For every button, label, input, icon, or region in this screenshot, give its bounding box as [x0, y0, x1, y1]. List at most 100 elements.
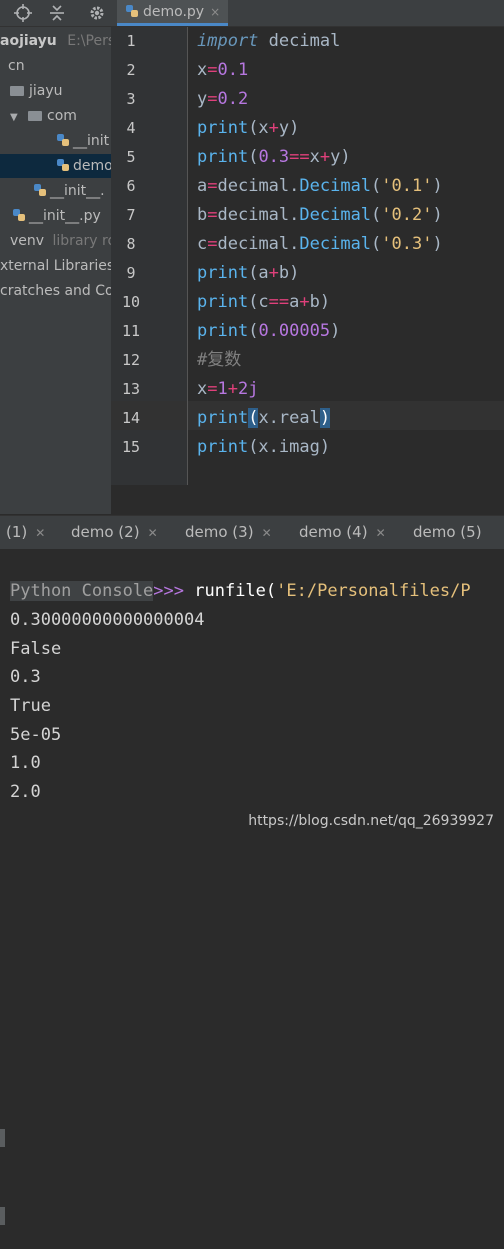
- line-number: 5: [126, 148, 136, 166]
- matched-bracket: ): [319, 408, 331, 428]
- code-token: =: [207, 176, 218, 196]
- code-comment: #复数: [197, 350, 242, 370]
- python-file-icon: [57, 134, 69, 146]
- console-output: 0.30000000000000004: [10, 610, 205, 630]
- tree-item-scratches[interactable]: cratches and Co: [0, 279, 111, 303]
- code-token: =: [207, 89, 218, 109]
- folder-icon: [10, 86, 24, 96]
- code-token: (: [248, 321, 259, 341]
- editor-bottom-area: [111, 485, 504, 514]
- console-output: 0.3: [10, 667, 41, 687]
- tree-item-init-com[interactable]: __init: [0, 129, 111, 153]
- chevron-down-icon[interactable]: ▼: [10, 106, 20, 130]
- project-toolbar: [0, 0, 111, 27]
- line-number: 13: [121, 380, 141, 398]
- tree-item-root[interactable]: aojiayu E:\Pers: [0, 29, 111, 53]
- collapse-icon[interactable]: [48, 4, 66, 22]
- python-file-icon: [13, 209, 25, 221]
- tree-item-label: xternal Libraries: [0, 258, 111, 274]
- code-token: decimal.: [217, 205, 300, 225]
- code-token: +: [268, 263, 279, 283]
- code-line: x=0.1: [197, 56, 248, 85]
- target-icon[interactable]: [14, 4, 32, 22]
- code-line: print(x+y): [197, 114, 299, 143]
- python-console[interactable]: Python Console>>> runfile('E:/Personalfi…: [0, 549, 504, 1225]
- console-output: 5e-05: [10, 725, 62, 745]
- tree-item-label: demo: [73, 158, 111, 174]
- tree-item-jiayu[interactable]: jiayu: [0, 79, 111, 103]
- code-token: print: [197, 437, 249, 457]
- code-token: x: [309, 147, 320, 167]
- code-token: =: [207, 379, 218, 399]
- code-line: y=0.2: [197, 85, 248, 114]
- close-icon[interactable]: ✕: [262, 526, 272, 540]
- tree-item-com[interactable]: ▼ com: [0, 104, 111, 128]
- console-output: 2.0: [10, 782, 41, 802]
- console-tab-4[interactable]: demo (4) ✕: [299, 516, 386, 549]
- console-tab-label: demo (5): [413, 523, 482, 541]
- code-token: (x.imag): [248, 437, 331, 457]
- code-token: Decimal: [299, 234, 372, 254]
- close-icon[interactable]: ✕: [148, 526, 158, 540]
- tree-item-label: jiayu: [29, 83, 63, 99]
- console-tab-2[interactable]: demo (2) ✕: [71, 516, 158, 549]
- code-token: ): [432, 176, 443, 196]
- tree-item-label: __init: [73, 133, 110, 149]
- tree-item-label: __init__.py: [29, 208, 101, 224]
- console-tab-5[interactable]: demo (5): [413, 516, 482, 549]
- code-token: =: [207, 60, 218, 80]
- close-icon[interactable]: ×: [210, 5, 220, 19]
- code-line: print(0.00005): [197, 317, 340, 346]
- tree-item-cn[interactable]: cn: [0, 54, 111, 78]
- line-number: 12: [121, 351, 141, 369]
- tree-item-label: venv: [10, 233, 45, 249]
- console-tab-3[interactable]: demo (3) ✕: [185, 516, 272, 549]
- line-number: 9: [126, 264, 136, 282]
- console-tab-label: demo (2): [71, 523, 140, 541]
- code-token: 0.00005: [258, 321, 331, 341]
- close-icon[interactable]: ✕: [376, 526, 386, 540]
- code-token: 0.2: [217, 89, 249, 109]
- python-file-icon: [126, 5, 138, 17]
- close-icon[interactable]: ✕: [35, 526, 45, 540]
- code-token: '0.2': [381, 205, 433, 225]
- python-file-icon: [57, 159, 69, 171]
- tree-item-demo[interactable]: demo: [0, 154, 111, 178]
- project-tree: aojiayu E:\Pers cn jiayu ▼ com __init dem…: [0, 27, 111, 514]
- code-line: import decimal: [197, 27, 340, 56]
- code-token: b): [278, 263, 300, 283]
- line-number: 6: [126, 177, 136, 195]
- code-token: import: [197, 31, 259, 51]
- tab-demo-py[interactable]: demo.py ×: [117, 0, 229, 26]
- line-number: 1: [126, 32, 136, 50]
- code-token: b): [309, 292, 331, 312]
- code-token: a: [289, 292, 300, 312]
- line-number: 15: [121, 438, 141, 456]
- code-token: (: [371, 176, 382, 196]
- tree-item-label: com: [47, 108, 77, 124]
- code-token: Decimal: [299, 205, 372, 225]
- tree-item-label: cn: [8, 58, 25, 74]
- folder-icon: [28, 111, 42, 121]
- code-token: +: [299, 292, 310, 312]
- console-output: True: [10, 696, 51, 716]
- code-token: =: [207, 234, 218, 254]
- code-line: #复数: [197, 346, 241, 375]
- tree-item-external-libraries[interactable]: xternal Libraries: [0, 254, 111, 278]
- console-tab-1[interactable]: (1) ✕: [6, 516, 45, 549]
- code-line: b=decimal.Decimal('0.2'): [197, 201, 443, 230]
- gear-icon[interactable]: [88, 4, 106, 22]
- tree-item-venv[interactable]: venv library ro: [0, 229, 111, 253]
- line-number: 14: [121, 409, 141, 427]
- code-token: a: [197, 176, 208, 196]
- tree-item-init-jiayu[interactable]: __init__.: [0, 179, 111, 203]
- watermark: https://blog.csdn.net/qq_26939927: [248, 813, 494, 829]
- code-token: 1: [217, 379, 228, 399]
- console-tab-label: demo (4): [299, 523, 368, 541]
- tree-item-path: E:\Pers: [67, 33, 111, 49]
- code-editor[interactable]: import decimal x=0.1 y=0.2 print(x+y) pr…: [188, 27, 504, 485]
- code-token: (x: [248, 118, 269, 138]
- code-token: x.real: [258, 408, 320, 428]
- tree-item-init-cn[interactable]: __init__.py: [0, 204, 111, 228]
- code-token: Decimal: [299, 176, 372, 196]
